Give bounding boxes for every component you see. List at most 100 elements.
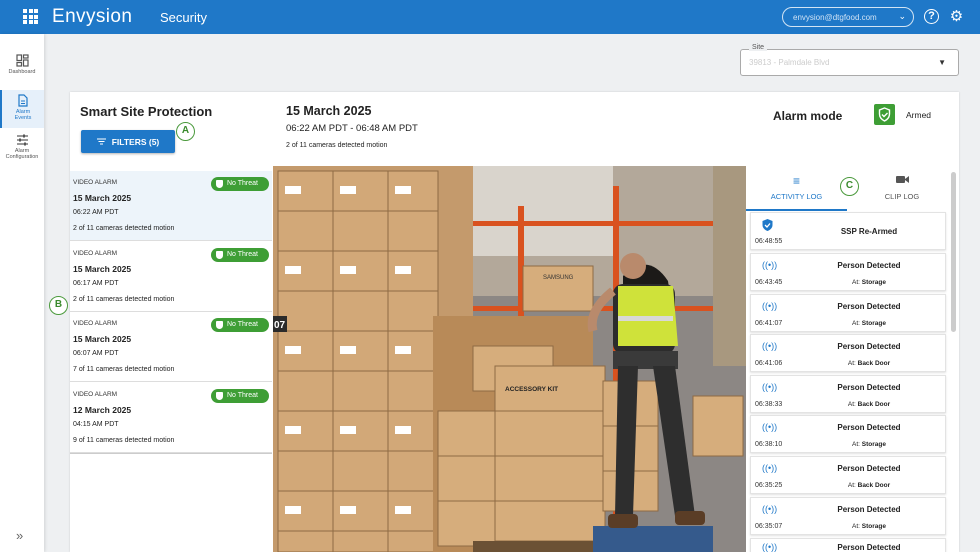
list-icon: ≡ (792, 174, 800, 188)
log-location: At: Back Door (791, 360, 947, 367)
sliders-icon (16, 134, 28, 146)
broadcast-icon: ((•)) (762, 301, 778, 311)
nav-alarm-configuration[interactable]: Alarm Configuration (0, 134, 44, 174)
help-icon[interactable]: ? (924, 9, 939, 24)
account-dropdown[interactable]: envysion@dtgfood.com ⌄ (782, 7, 914, 27)
log-location: At: Storage (791, 441, 947, 448)
nav-alarm-events-label: Alarm Events (14, 109, 32, 121)
alarm-date: 15 March 2025 (73, 193, 132, 203)
app-name: Security (160, 10, 207, 25)
shelf-number: 07 (274, 320, 286, 331)
log-location: At: Back Door (791, 482, 947, 489)
expand-nav-icon[interactable]: » (16, 528, 23, 543)
chevron-down-icon: ⌄ (898, 11, 906, 21)
log-at-label: At: (847, 360, 856, 367)
shield-icon (216, 251, 223, 259)
filters-label: FILTERS (5) (111, 136, 160, 147)
callout-a: A (176, 122, 195, 141)
alarm-cameras: 9 of 11 cameras detected motion (73, 437, 175, 444)
tab-clip-log-label: CLIP LOG (884, 192, 920, 201)
alarm-card[interactable]: VIDEO ALARM 15 March 2025 06:22 AM PDT 2… (70, 171, 272, 241)
callout-c: C (840, 177, 859, 196)
badge-label: No Threat (227, 321, 258, 328)
log-title: Person Detected (837, 543, 901, 552)
log-title: Person Detected (837, 302, 901, 311)
nav-alarm-configuration-label: Alarm Configuration (5, 148, 39, 160)
video-player[interactable]: 07 SAMSUNG ACCESSORY KIT (273, 166, 746, 552)
filters-button[interactable]: FILTERS (5) (81, 130, 175, 153)
badge-label: No Threat (227, 180, 258, 187)
broadcast-icon: ((•)) (762, 463, 778, 473)
shield-icon (216, 392, 223, 400)
nav-alarm-events[interactable]: Alarm Events (0, 90, 44, 128)
side-nav: Dashboard Alarm Events Alarm Configurati… (0, 34, 44, 552)
site-select[interactable]: Site 39813 - Palmdale Blvd ▼ (740, 44, 959, 76)
no-threat-badge: No Threat (211, 248, 269, 262)
log-at-label: At: (852, 320, 860, 327)
armed-shield-icon[interactable] (874, 104, 895, 125)
log-location-name: Storage (861, 320, 886, 327)
log-entry[interactable]: ((•)) Person Detected (750, 538, 946, 552)
video-camera-icon (852, 175, 952, 187)
alarm-card[interactable]: VIDEO ALARM 12 March 2025 04:15 AM PDT 9… (70, 383, 272, 453)
site-value: 39813 - Palmdale Blvd (749, 58, 830, 67)
no-threat-badge: No Threat (211, 389, 269, 403)
broadcast-icon: ((•)) (762, 504, 778, 514)
warehouse-video-frame: 07 SAMSUNG ACCESSORY KIT (273, 166, 746, 552)
log-entry[interactable]: ((•)) 06:41:06 Person Detected At: Back … (750, 334, 946, 372)
tab-activity-log[interactable]: ≡ ACTIVITY LOG (746, 166, 847, 211)
log-time: 06:43:45 (755, 279, 783, 286)
broadcast-icon: ((•)) (762, 422, 778, 432)
no-threat-badge: No Threat (211, 318, 269, 332)
gear-icon[interactable]: ⚙ (949, 9, 964, 24)
broadcast-icon: ((•)) (762, 382, 778, 392)
log-entry[interactable]: ((•)) 06:43:45 Person Detected At: Stora… (750, 253, 946, 291)
apps-grid-icon[interactable] (23, 9, 38, 24)
broadcast-icon: ((•)) (762, 542, 778, 552)
log-title: Person Detected (837, 383, 901, 392)
log-at-label: At: (847, 482, 856, 489)
alarm-cameras: 2 of 11 cameras detected motion (73, 296, 175, 303)
alarm-date: 15 March 2025 (73, 334, 132, 344)
alarm-card[interactable]: VIDEO ALARM 15 March 2025 06:07 AM PDT 7… (70, 312, 272, 382)
event-date: 15 March 2025 (286, 104, 372, 118)
alarm-list: VIDEO ALARM 15 March 2025 06:22 AM PDT 2… (70, 171, 272, 454)
event-time-range: 06:22 AM PDT - 06:48 AM PDT (286, 123, 418, 134)
log-at-label: At: (852, 441, 860, 448)
tab-clip-log[interactable]: CLIP LOG (852, 166, 952, 211)
badge-label: No Threat (227, 251, 258, 258)
box-kit-label: ACCESSORY KIT (505, 386, 558, 393)
top-bar: Envysion Security envysion@dtgfood.com ⌄ … (0, 0, 980, 34)
alarm-type: VIDEO ALARM (73, 250, 118, 257)
log-time: 06:35:07 (755, 523, 783, 530)
log-entry[interactable]: 06:48:55 SSP Re-Armed (750, 212, 946, 250)
alarm-mode-label: Alarm mode (773, 109, 843, 123)
log-entry[interactable]: ((•)) 06:35:07 Person Detected At: Stora… (750, 497, 946, 535)
log-entry[interactable]: ((•)) 06:35:25 Person Detected At: Back … (750, 456, 946, 494)
log-location-name: Back Door (857, 482, 891, 489)
log-entry[interactable]: ((•)) 06:38:10 Person Detected At: Stora… (750, 415, 946, 453)
log-at-label: At: (852, 523, 860, 530)
log-entry[interactable]: ((•)) 06:38:33 Person Detected At: Back … (750, 375, 946, 413)
log-time: 06:48:55 (755, 238, 783, 245)
activity-scrollbar[interactable] (951, 172, 956, 332)
log-location: At: Back Door (791, 401, 947, 408)
log-location-name: Storage (861, 523, 886, 530)
alarm-date: 12 March 2025 (73, 405, 132, 415)
alarm-date: 15 March 2025 (73, 264, 132, 274)
shield-check-icon (762, 219, 773, 233)
alarm-card[interactable]: VIDEO ALARM 15 March 2025 06:17 AM PDT 2… (70, 242, 272, 312)
log-at-label: At: (852, 279, 860, 286)
dashboard-icon (15, 54, 29, 67)
broadcast-icon: ((•)) (762, 341, 778, 351)
nav-dashboard[interactable]: Dashboard (0, 54, 44, 94)
log-title: SSP Re-Armed (840, 227, 898, 236)
log-entry[interactable]: ((•)) 06:41:07 Person Detected At: Stora… (750, 294, 946, 332)
envysion-logo[interactable]: Envysion (52, 6, 132, 28)
log-time: 06:41:07 (755, 320, 783, 327)
log-title: Person Detected (837, 505, 901, 514)
alarm-type: VIDEO ALARM (73, 179, 118, 186)
log-location-name: Storage (861, 279, 886, 286)
alarm-cameras: 2 of 11 cameras detected motion (73, 225, 175, 232)
tab-activity-log-label: ACTIVITY LOG (770, 192, 823, 201)
